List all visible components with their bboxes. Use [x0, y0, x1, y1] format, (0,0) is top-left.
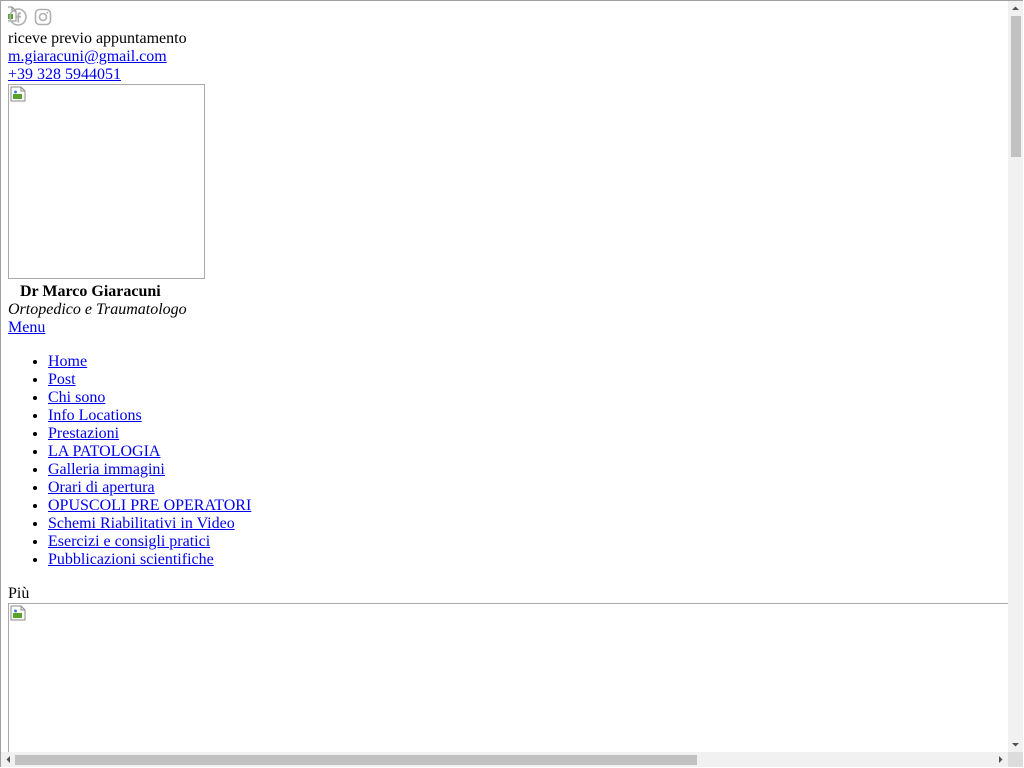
doctor-name: Dr Marco Giaracuni: [20, 283, 161, 300]
nav-item: Chi sono: [48, 389, 251, 407]
nav-item: Schemi Riabilitativi in Video: [48, 515, 251, 533]
horizontal-scrollbar[interactable]: [1, 752, 1008, 767]
banner-image: [8, 603, 1008, 752]
horizontal-scrollbar-thumb[interactable]: [15, 755, 697, 765]
nav-item: Post: [48, 371, 251, 389]
nav-link-opuscoli-pre-operatori[interactable]: OPUSCOLI PRE OPERATORI: [48, 497, 251, 514]
broken-image-icon: [10, 86, 26, 102]
scroll-up-arrow-icon[interactable]: [1008, 1, 1023, 16]
facebook-icon: [9, 8, 27, 26]
appointment-note: riceve previo appuntamento: [8, 30, 187, 47]
doctor-role: Ortopedico e Traumatologo: [8, 301, 187, 318]
nav-link-galleria-immagini[interactable]: Galleria immagini: [48, 461, 165, 478]
nav-item: Orari di apertura: [48, 479, 251, 497]
profile-photo: [8, 84, 205, 279]
more-menu-label[interactable]: Più: [8, 585, 29, 603]
scroll-right-arrow-icon[interactable]: [993, 752, 1008, 767]
contact-info: riceve previo appuntamento m.giaracuni@g…: [8, 30, 187, 84]
nav-item: Esercizi e consigli pratici: [48, 533, 251, 551]
scroll-down-arrow-icon[interactable]: [1008, 737, 1023, 752]
nav-item: Info Locations: [48, 407, 251, 425]
nav-link-info-locations[interactable]: Info Locations: [48, 407, 142, 424]
nav-item: OPUSCOLI PRE OPERATORI: [48, 497, 251, 515]
nav-link-chi-sono[interactable]: Chi sono: [48, 389, 105, 406]
nav-link-pubblicazioni[interactable]: Pubblicazioni scientifiche: [48, 551, 214, 568]
phone-link[interactable]: +39 328 5944051: [8, 66, 121, 83]
vertical-scrollbar[interactable]: [1008, 1, 1023, 752]
scrollbar-corner: [1008, 752, 1023, 767]
vertical-scrollbar-thumb[interactable]: [1011, 16, 1021, 157]
nav-link-home[interactable]: Home: [48, 353, 87, 370]
nav-item: Home: [48, 353, 251, 371]
nav-link-post[interactable]: Post: [48, 371, 76, 388]
nav-item: Pubblicazioni scientifiche: [48, 551, 251, 569]
menu-toggle-link[interactable]: Menu: [8, 319, 45, 337]
nav-link-schemi-riabilitativi[interactable]: Schemi Riabilitativi in Video: [48, 515, 235, 532]
nav-link-esercizi-consigli[interactable]: Esercizi e consigli pratici: [48, 533, 210, 550]
nav-item: LA PATOLOGIA: [48, 443, 251, 461]
broken-image-icon: [10, 605, 26, 621]
email-link[interactable]: m.giaracuni@gmail.com: [8, 48, 167, 65]
scroll-left-arrow-icon[interactable]: [1, 752, 16, 767]
nav-link-la-patologia[interactable]: LA PATOLOGIA: [48, 443, 160, 460]
nav-item: Galleria immagini: [48, 461, 251, 479]
main-nav: Home Post Chi sono Info Locations Presta…: [8, 353, 251, 569]
nav-item: Prestazioni: [48, 425, 251, 443]
page-viewport: riceve previo appuntamento m.giaracuni@g…: [8, 0, 1008, 752]
nav-link-prestazioni[interactable]: Prestazioni: [48, 425, 119, 442]
nav-link-orari-di-apertura[interactable]: Orari di apertura: [48, 479, 155, 496]
instagram-icon: [34, 8, 52, 26]
